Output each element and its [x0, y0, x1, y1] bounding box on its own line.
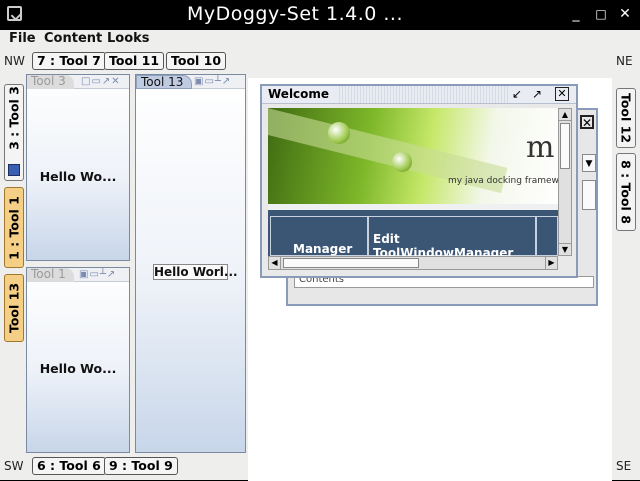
- tool1-window-controls-icon[interactable]: ▣▭┴↗: [79, 269, 116, 280]
- chevron-down-icon[interactable]: ▼: [582, 154, 596, 172]
- desktop-area: ✕ ▼ Contents Welcome ↙ ↗ ✕ m my java doc…: [248, 78, 612, 481]
- tool13-tab[interactable]: Tool 13: [136, 75, 193, 89]
- edit-manager-cell[interactable]: Edit ToolWindowManager: [368, 216, 536, 256]
- welcome-frame-header: Welcome ↙ ↗ ✕: [262, 86, 576, 104]
- tool3-tab[interactable]: Tool 3: [27, 75, 74, 89]
- manager-cell-label: Manager: [293, 242, 353, 256]
- menu-content[interactable]: Content: [44, 31, 102, 46]
- minimize-icon[interactable]: ↙: [512, 87, 522, 101]
- menu-file[interactable]: File: [9, 31, 36, 46]
- toolbar-tool6-button[interactable]: 6 : Tool 6: [32, 457, 106, 475]
- banner-divider: [268, 204, 558, 210]
- minimize-button[interactable]: _: [568, 6, 584, 22]
- scroll-up-icon[interactable]: ▲: [559, 109, 571, 121]
- window-title: MyDoggy-Set 1.4.0 ...: [186, 3, 404, 25]
- sidebar-tool1-button[interactable]: 1 : Tool 1: [4, 187, 24, 268]
- toolbar-tool10-button[interactable]: Tool 10: [166, 52, 227, 70]
- horizontal-scrollbar[interactable]: ◀ ▶: [268, 256, 558, 270]
- tool3-panel: Tool 3 □▭↗✕ Hello Wo...: [26, 74, 130, 261]
- toolbar-tool9-button[interactable]: 9 : Tool 9: [104, 457, 178, 475]
- toolbar-tool7-button[interactable]: 7 : Tool 7: [32, 52, 106, 70]
- extra-cell: [536, 216, 558, 256]
- tool13-panel: Tool 13 ▣▭┴↗ Hello Worl...: [135, 74, 246, 453]
- tool1-header: Tool 1 ▣▭┴↗: [27, 268, 129, 282]
- sidebar-tool13-button[interactable]: Tool 13: [4, 274, 24, 342]
- scroll-down-icon[interactable]: ▼: [559, 243, 571, 255]
- tool3-header: Tool 3 □▭↗✕: [27, 75, 129, 89]
- tool1-tab[interactable]: Tool 1: [27, 268, 74, 282]
- close-button[interactable]: ✕: [617, 6, 633, 22]
- tool3-window-controls-icon[interactable]: □▭↗✕: [81, 76, 121, 87]
- sidebar-tool3-button[interactable]: 3 : Tool 3: [4, 84, 24, 181]
- sidebar-tool12-button[interactable]: Tool 12: [616, 88, 636, 148]
- back-frame-field[interactable]: [582, 180, 596, 210]
- welcome-frame[interactable]: Welcome ↙ ↗ ✕ m my java docking framewor…: [260, 84, 578, 278]
- edit-manager-cell-label: Edit ToolWindowManager: [373, 232, 514, 256]
- tool13-content: Hello Worl...: [153, 264, 238, 280]
- banner-letter: m: [526, 130, 555, 165]
- tool1-content: Hello Wo...: [39, 361, 117, 376]
- corner-ne: NE: [616, 54, 633, 68]
- corner-sw: SW: [4, 459, 24, 473]
- sidebar-tool12-label: Tool 12: [618, 92, 634, 144]
- menu-looks[interactable]: Looks: [107, 31, 150, 46]
- back-frame-close-icon[interactable]: ✕: [580, 115, 594, 129]
- sidebar-tool1-label: 1 : Tool 1: [6, 195, 22, 260]
- welcome-title: Welcome: [262, 86, 340, 103]
- banner-drop-shape: [328, 122, 350, 144]
- sidebar-tool3-label: 3 : Tool 3: [6, 86, 22, 151]
- scroll-left-icon[interactable]: ◀: [269, 257, 281, 269]
- sidebar-tool13-label: Tool 13: [6, 282, 22, 334]
- welcome-close-icon[interactable]: ✕: [555, 87, 569, 101]
- tool13-header: Tool 13 ▣▭┴↗: [136, 75, 245, 89]
- vertical-scroll-thumb[interactable]: [560, 123, 570, 169]
- corner-nw: NW: [4, 54, 25, 68]
- banner-drop-shape-2: [392, 152, 412, 172]
- welcome-banner-image: m my java docking framework: [268, 108, 558, 204]
- save-icon: [8, 164, 20, 176]
- sidebar-tool8-button[interactable]: 8 : Tool 8: [616, 153, 636, 231]
- menu-bar: File Content Looks: [0, 30, 640, 48]
- sidebar-tool8-label: 8 : Tool 8: [618, 160, 634, 224]
- tool13-window-controls-icon[interactable]: ▣▭┴↗: [194, 76, 231, 87]
- welcome-content: m my java docking framework Manager Edit…: [268, 108, 558, 256]
- tool1-panel: Tool 1 ▣▭┴↗ Hello Wo...: [26, 267, 130, 453]
- scroll-right-icon[interactable]: ▶: [545, 257, 557, 269]
- vertical-scrollbar[interactable]: ▲ ▼: [558, 108, 572, 256]
- title-bar: MyDoggy-Set 1.4.0 ... _ □ ✕: [0, 0, 640, 30]
- corner-se: SE: [616, 459, 632, 473]
- main-window-client: File Content Looks NW NE 7 : Tool 7 Tool…: [0, 30, 640, 481]
- tool3-content: Hello Wo...: [39, 169, 117, 184]
- maximize-button[interactable]: □: [593, 6, 609, 22]
- maximize-icon[interactable]: ↗: [532, 87, 542, 101]
- banner-text: my java docking framework: [448, 176, 558, 186]
- toolbar-tool11-button[interactable]: Tool 11: [104, 52, 165, 70]
- manager-cell[interactable]: Manager: [270, 216, 368, 256]
- horizontal-scroll-thumb[interactable]: [283, 258, 419, 268]
